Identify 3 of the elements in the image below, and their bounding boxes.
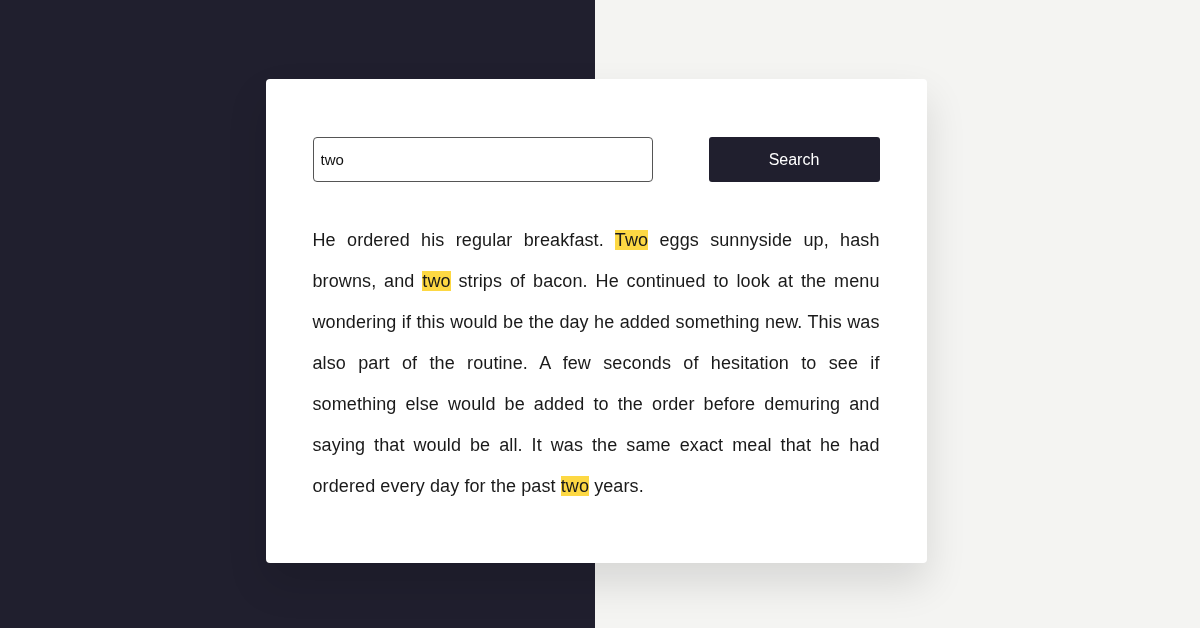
paragraph: He ordered his regular breakfast. Two eggs sunnyside up, hash browns, and two strips of bacon. He continued to look at the menu wondering if this would be the day he added something new. This was also part of the routine. A few seconds of hesitation to see if something else would be added to the order before demuring and saying that would be all. It was the same exact meal that he had ordered every day for the past two years. — [312, 229, 880, 498]
search-button[interactable]: Search — [708, 137, 880, 182]
search-field[interactable]: two — [312, 137, 653, 182]
